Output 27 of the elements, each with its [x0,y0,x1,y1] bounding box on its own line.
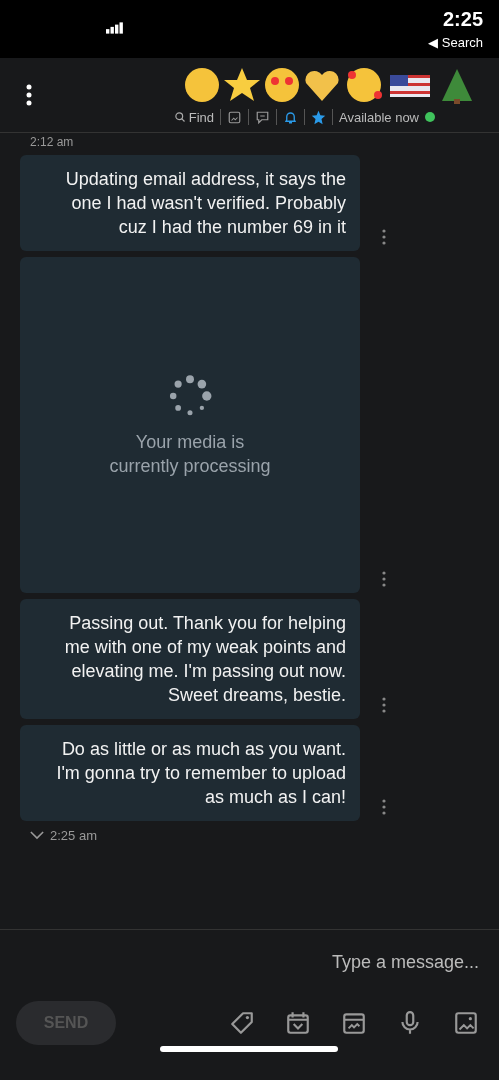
search-icon [173,111,186,123]
calendar-icon[interactable] [285,1010,311,1036]
star-icon[interactable] [311,109,326,125]
bell-icon[interactable] [283,109,298,125]
image-icon[interactable] [453,1010,479,1036]
clock-time: 2:25 [442,8,483,31]
chat-icon[interactable] [255,109,270,125]
price-tag-icon[interactable] [229,1010,255,1036]
message-options-icon[interactable] [382,799,386,815]
message-options-icon[interactable] [382,229,386,245]
message-options-icon[interactable] [382,697,386,713]
message-input[interactable]: Type a message... [16,946,479,979]
message-bubble: Do as little or as much as you want. I'm gonna try to remember to upload as much as I can! [20,725,360,821]
signal-icon [106,22,124,34]
back-to-search-link[interactable]: ◀ Search [428,35,483,50]
image-icon[interactable] [227,109,242,125]
message-time: 2:25 am [50,827,97,843]
message-options-icon[interactable] [382,571,386,587]
more-options-icon[interactable] [26,84,32,106]
message-time: 2:12 am [30,135,74,149]
message-bubble: Updating email address, it says the one I had wasn't verified. Probably cuz I had the number 69 in it [20,155,360,251]
find-button[interactable]: Find [173,109,214,125]
availability-status: Available now [339,109,419,125]
processing-message: Your media is currently processing [108,431,272,478]
chevron-down-icon [30,830,44,840]
media-vault-icon[interactable] [341,1010,367,1036]
message-bubble: Passing out. Thank you for helping me with one of my weak points and elevating me. I'm passing out now. Sweet dreams, bestie. [20,599,360,719]
